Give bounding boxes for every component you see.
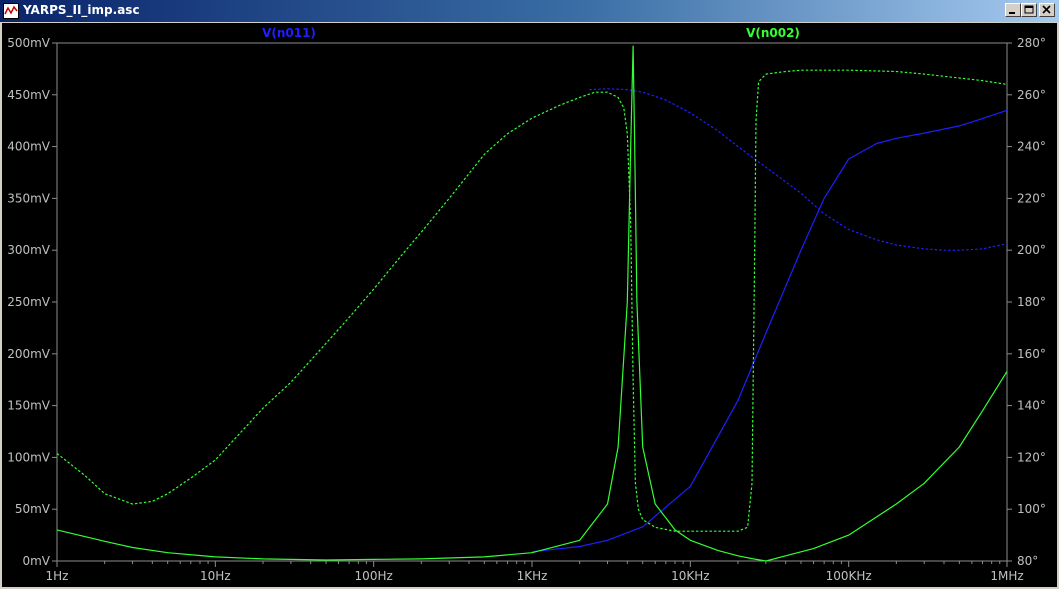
y-left-tick-label: 400mV — [7, 140, 51, 154]
x-tick-label: 1Hz — [46, 569, 69, 583]
y-left-tick-label: 300mV — [7, 243, 51, 257]
y-right-tick-label: 120° — [1017, 450, 1046, 464]
x-tick-label: 10KHz — [671, 569, 709, 583]
y-right-tick-label: 260° — [1017, 88, 1046, 102]
y-left-tick-label: 200mV — [7, 347, 51, 361]
series-vn002-phase — [56, 69, 1008, 532]
y-right-tick-label: 200° — [1017, 243, 1046, 257]
legend-label-vn002[interactable]: V(n002) — [746, 26, 800, 40]
y-left-tick-label: 100mV — [7, 450, 51, 464]
series-vn002-magnitude — [56, 45, 1008, 562]
minimize-button[interactable] — [1005, 3, 1021, 17]
y-left-tick-label: 50mV — [15, 502, 51, 516]
y-right-tick-label: 140° — [1017, 399, 1046, 413]
plot-frame — [56, 42, 1008, 562]
y-left-tick-label: 350mV — [7, 191, 51, 205]
y-left-tick-label: 450mV — [7, 88, 51, 102]
y-right-tick-label: 240° — [1017, 140, 1046, 154]
y-right-tick-label: 180° — [1017, 295, 1046, 309]
y-right-tick-label: 100° — [1017, 502, 1046, 516]
bode-plot[interactable]: 0mV 50mV 100mV 150mV 200mV 250mV 300mV 350mV 400… — [2, 23, 1057, 587]
y-right-tick-label: 220° — [1017, 191, 1046, 205]
x-tick-label: 100Hz — [355, 569, 393, 583]
maximize-button[interactable] — [1021, 3, 1037, 17]
window-title: YARPS_II_imp.asc — [23, 3, 140, 17]
x-tick-label: 10Hz — [200, 569, 231, 583]
y-right-tick-label: 80° — [1017, 554, 1038, 568]
app-window: YARPS_II_imp.asc 0mV 50mV 100mV 150mV 200mV 2… — [0, 0, 1059, 589]
axes: 0mV 50mV 100mV 150mV 200mV 250mV 300mV 350mV 400… — [7, 36, 1046, 583]
x-tick-label: 1KHz — [517, 569, 548, 583]
x-tick-label: 100KHz — [826, 569, 872, 583]
series-layer — [56, 45, 1008, 562]
waveform-icon — [3, 3, 19, 19]
y-right-tick-label: 280° — [1017, 36, 1046, 50]
series-vn011-magnitude — [531, 109, 1008, 553]
close-button[interactable] — [1039, 3, 1055, 17]
y-left-tick-label: 500mV — [7, 36, 51, 50]
plot-area[interactable]: 0mV 50mV 100mV 150mV 200mV 250mV 300mV 350mV 400… — [2, 23, 1057, 587]
legend-label-vn011[interactable]: V(n011) — [262, 26, 316, 40]
title-bar[interactable]: YARPS_II_imp.asc — [0, 0, 1059, 22]
series-vn011-phase — [589, 88, 1008, 251]
legend[interactable]: V(n011) V(n002) — [262, 26, 800, 40]
y-right-tick-label: 160° — [1017, 347, 1046, 361]
x-tick-label: 1MHz — [990, 569, 1023, 583]
y-left-tick-label: 150mV — [7, 399, 51, 413]
y-left-tick-label: 0mV — [22, 554, 50, 568]
y-left-tick-label: 250mV — [7, 295, 51, 309]
